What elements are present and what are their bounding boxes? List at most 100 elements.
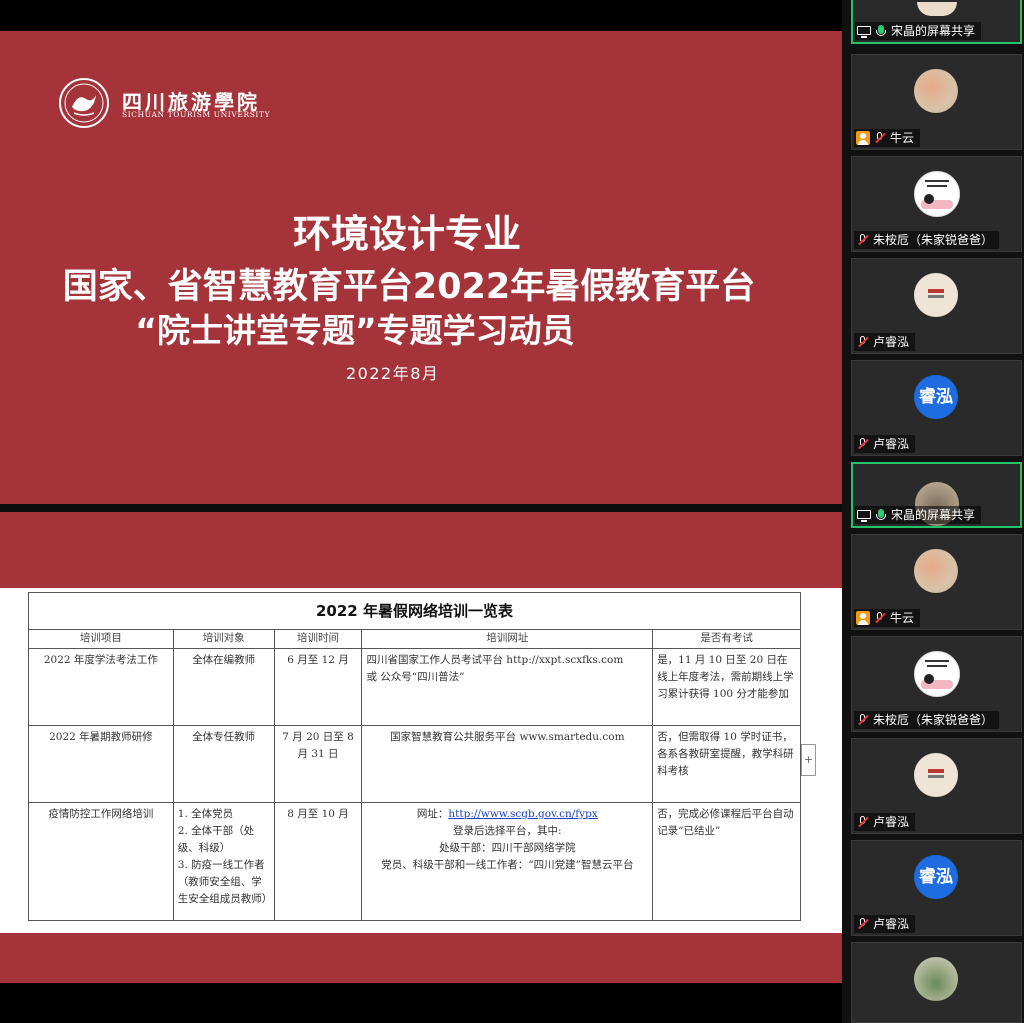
host-icon [856,611,870,625]
participant-name: 牛云 [890,131,915,145]
mic-muted-icon [856,815,870,829]
mic-muted-icon [856,233,870,247]
avatar [914,171,960,217]
slide-title-line3: “院士讲堂专题”专题学习动员 [135,311,575,350]
table-row: 疫情防控工作网络培训 1. 全体党员 2. 全体干部（处级、科级） 3. 防疫一… [28,802,801,921]
bottom-bar [0,983,842,1023]
participant-nameplate: 牛云 [854,609,921,627]
screen-share-icon [857,24,871,38]
col-header: 培训网址 [361,629,654,649]
table-row: 2022 年度学法考法工作 全体在编教师 6 月至 12 月 四川省国家工作人员… [28,648,801,726]
participant-nameplate: 宋晶的屏幕共享 [855,506,982,524]
participant-tile[interactable]: 牛云 [851,54,1022,150]
mic-muted-icon [873,611,887,625]
table-row: 2022 年暑期教师研修 全体专任教师 7 月 20 日至 8 月 31 日 国… [28,725,801,803]
cell-target: 1. 全体党员 2. 全体干部（处级、科级） 3. 防疫一线工作者（教师安全组、… [172,802,275,921]
avatar [914,549,958,593]
cell-target: 全体专任教师 [172,725,275,803]
cell-target: 全体在编教师 [172,648,275,726]
participant-name: 朱桉卮（朱家锐爸爸） [873,713,994,727]
mic-muted-icon [873,131,887,145]
divider [0,504,842,512]
avatar-illustration-icon [921,180,953,209]
participant-name: 宋晶的屏幕共享 [891,508,976,522]
avatar [914,273,958,317]
slide-date: 2022年8月 [346,364,440,383]
training-table: 2022 年暑假网络培训一览表 培训项目 培训对象 培训时间 培训网址 是否有考… [28,592,801,921]
school-name-en: SICHUAN TOURISM UNIVERSITY [122,110,271,119]
target-item: 1. 全体党员 [177,808,234,820]
cell-time: 6 月至 12 月 [273,648,363,726]
url-text: 登录后选择平台，其中: [453,825,562,837]
mic-muted-icon [856,335,870,349]
mic-on-icon [874,24,888,38]
participant-tile[interactable]: 宋晶的屏幕共享 [851,462,1022,528]
participant-name: 卢睿泓 [873,917,910,931]
participant-tile[interactable]: 卢睿泓 [851,738,1022,834]
slide-title-line1: 环境设计专业 [292,212,521,256]
cell-exam: 是，11 月 10 日至 20 日在线上年度考法，需前期线上学习累计获得 100… [652,648,801,726]
cell-time: 8 月至 10 月 [273,802,363,921]
url-prefix: 网址： [416,808,449,820]
participant-nameplate: 宋晶的屏幕共享 [855,22,982,40]
screen-share-icon [857,508,871,522]
document-view: 2022 年暑假网络培训一览表 培训项目 培训对象 培训时间 培训网址 是否有考… [0,588,842,933]
avatar [914,753,958,797]
url-text: 党员、科级干部和一线工作者：“四川党建”智慧云平台 [381,859,634,871]
participant-nameplate: 朱桉卮（朱家锐爸爸） [854,231,1000,249]
mic-on-icon [874,508,888,522]
participant-name: 朱桉卮（朱家锐爸爸） [873,233,994,247]
mic-muted-icon [856,437,870,451]
expand-plus-button[interactable]: + [801,744,816,776]
avatar [917,2,957,16]
participant-tile[interactable] [851,942,1022,1023]
participant-tile[interactable]: 宋晶的屏幕共享 [851,0,1022,44]
mic-muted-icon [856,917,870,931]
participant-sidebar[interactable]: 宋晶的屏幕共享 牛云 朱桉卮（朱家锐爸爸） 卢睿泓 睿泓 卢睿泓 宋晶的屏幕共享… [842,0,1024,1023]
avatar [914,651,960,697]
participant-nameplate: 卢睿泓 [854,915,916,933]
avatar [914,69,958,113]
cell-url: 网址：http://www.scgb.gov.cn/fypx 登录后选择平台，其… [361,802,654,921]
participant-nameplate: 卢睿泓 [854,435,916,453]
participant-nameplate: 牛云 [854,129,921,147]
participant-name: 宋晶的屏幕共享 [891,24,976,38]
participant-tile[interactable]: 睿泓 卢睿泓 [851,360,1022,456]
participant-tile[interactable]: 卢睿泓 [851,258,1022,354]
avatar [914,957,958,1001]
participant-nameplate: 卢睿泓 [854,333,916,351]
participant-tile[interactable]: 牛云 [851,534,1022,630]
participant-nameplate: 朱桉卮（朱家锐爸爸） [854,711,1000,729]
participant-nameplate: 卢睿泓 [854,813,916,831]
participant-tile[interactable]: 睿泓 卢睿泓 [851,840,1022,936]
cell-project: 2022 年暑期教师研修 [28,725,174,803]
col-header: 是否有考试 [652,629,801,649]
slide-title-line2: 国家、省智慧教育平台2022年暑假教育平台 [62,267,756,307]
url-text: 或 公众号“四川普法” [366,671,465,683]
school-logo-icon [59,78,109,128]
cell-url: 国家智慧教育公共服务平台 www.smartedu.com [361,725,654,803]
table-header-row: 培训项目 培训对象 培训时间 培训网址 是否有考试 [28,629,801,649]
url-link[interactable]: http://www.scgb.gov.cn/fypx [448,808,597,820]
cell-time: 7 月 20 日至 8 月 31 日 [273,725,363,803]
participant-name: 卢睿泓 [873,437,910,451]
host-icon [856,131,870,145]
participant-name: 卢睿泓 [873,815,910,829]
participant-tile[interactable]: 朱桉卮（朱家锐爸爸） [851,156,1022,252]
avatar-sign-icon [928,289,944,298]
cell-url: 四川省国家工作人员考试平台 http://xxpt.scxfks.com 或 公… [361,648,654,726]
target-item: 2. 全体干部（处级、科级） [177,825,255,854]
participant-name: 牛云 [890,611,915,625]
shared-screen: 四川旅游學院 SICHUAN TOURISM UNIVERSITY 环境设计专业… [0,0,842,1023]
table-caption: 2022 年暑假网络培训一览表 [28,592,801,630]
participant-tile[interactable]: 朱桉卮（朱家锐爸爸） [851,636,1022,732]
target-item: 3. 防疫一线工作者（教师安全组、学生安全组成员教师） [177,859,273,905]
cell-project: 2022 年度学法考法工作 [28,648,174,726]
col-header: 培训对象 [172,629,275,649]
avatar-text: 睿泓 [914,375,958,419]
col-header: 培训项目 [28,629,174,649]
avatar-illustration-icon [921,660,953,689]
cell-project: 疫情防控工作网络培训 [28,802,174,921]
title-slide: 四川旅游學院 SICHUAN TOURISM UNIVERSITY 环境设计专业… [0,31,842,504]
cell-exam: 否，但需取得 10 学时证书，各系各教研室提醒，教学科研科考核 [652,725,801,803]
